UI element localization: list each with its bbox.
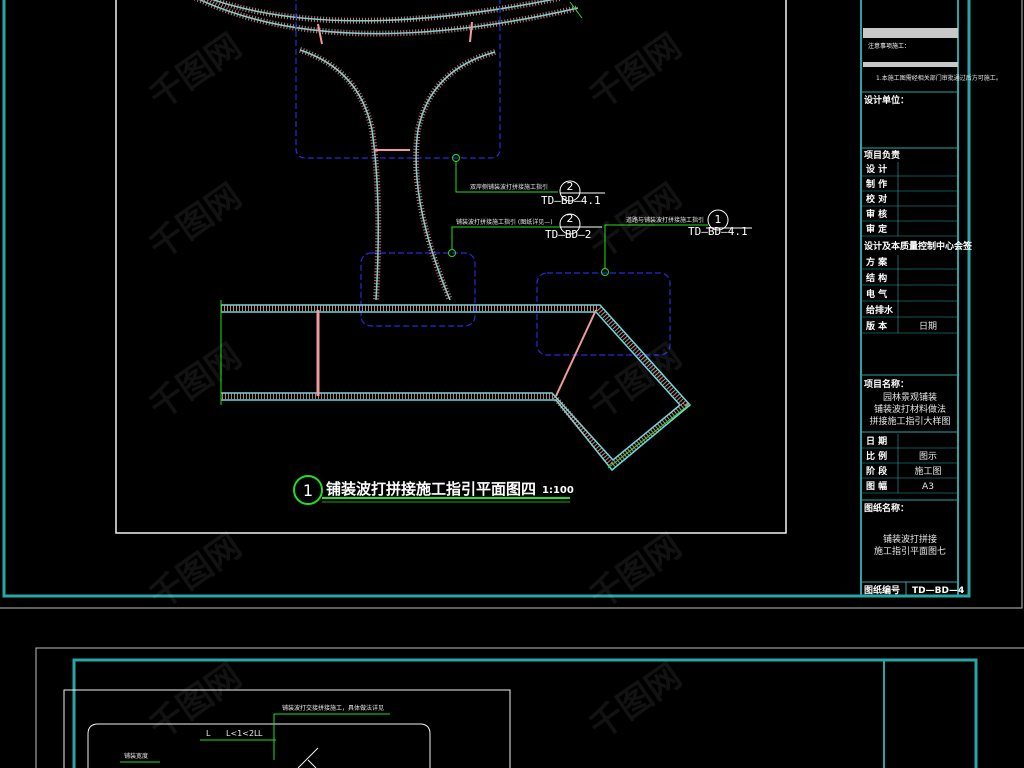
tb-row-label: 审 核	[866, 208, 887, 220]
dim-3: L	[258, 729, 263, 738]
lower-label-1: 铺装波打交接拼接施工，具体做法详见	[282, 704, 384, 712]
tb-drawing-no-label: 图纸编号	[864, 584, 900, 596]
tb-row-value: 施工图	[914, 465, 941, 477]
tb-drawing-name-2: 施工指引平面图七	[874, 545, 946, 557]
title-block: 注意事项施工： 1.本施工图需经相关部门审批通过后方可施工。 设计单位： 项目负…	[861, 28, 1002, 596]
lower-label-2: 铺装宽度	[124, 752, 148, 760]
cad-drawing-canvas: 双岸侧铺装波打拼接施工指引 2 TD—BD—4.1 铺装波打拼接施工指引 (图纸…	[0, 0, 1024, 768]
tb-drawing-name-1: 铺装波打拼接	[883, 533, 937, 545]
tb-row-label: 设 计	[866, 163, 887, 175]
callout-2-number: 2	[567, 212, 574, 225]
tb-row-label: 版 本	[865, 320, 888, 332]
callout-2-label: 铺装波打拼接施工指引 (图纸详见—)	[456, 218, 553, 226]
tb-rows-2: 方 案结 构电 气给排水版 本 日期	[861, 255, 958, 334]
watermark-text: 千图网	[142, 336, 248, 427]
tb-row-value: 图示	[919, 451, 937, 462]
tb-row-label: 制 作	[866, 178, 887, 190]
tb-project-owner: 项目负责	[864, 149, 900, 161]
watermark-text: 千图网	[582, 656, 688, 747]
dim-2: L<1<2L	[226, 729, 259, 738]
drawing-title: 铺装波打拼接施工指引平面图四	[326, 480, 536, 498]
title-number: 1	[303, 481, 313, 500]
tb-row-value: A3	[922, 482, 934, 492]
tb-row-value: 日期	[919, 321, 937, 332]
tb-row-label: 比 例	[866, 450, 887, 462]
watermark-text: 千图网	[582, 526, 688, 617]
callout-1-ref: TD—BD—4.1	[541, 194, 601, 207]
tb-rows-3: 日 期比 例 图示阶 段 施工图图 幅 A3	[861, 434, 958, 494]
dim-1: L	[206, 729, 211, 738]
tb-project-name-label: 项目名称：	[864, 378, 909, 390]
tb-drawing-no: TD—BD—4	[912, 586, 964, 596]
tb-design-note: 设计单位：	[864, 94, 909, 106]
watermark-text: 千图网	[142, 26, 248, 117]
tb-row-label: 图 幅	[866, 480, 887, 492]
tb-row-label: 方 案	[866, 256, 888, 268]
drawing-scale: 1:100	[542, 485, 574, 496]
callout-3-ref: TD—BD—4.1	[688, 225, 748, 238]
watermark-text: 千图网	[142, 176, 248, 267]
callout-2: 铺装波打拼接施工指引 (图纸详见—) 2 TD—BD—2	[448, 212, 602, 257]
arc-paving	[193, 0, 583, 45]
tb-row-label: 结 构	[866, 272, 887, 284]
tb-project-name-1: 园林景观铺装	[883, 391, 937, 403]
tb-section-2: 设计及本质量控制中心会签	[864, 240, 973, 252]
watermark-text: 千图网	[142, 526, 248, 617]
drawing-title-group: 1 铺装波打拼接施工指引平面图四 1:100	[293, 475, 574, 505]
tb-project-name-3: 拼接施工指引大样图	[869, 415, 950, 427]
tb-project-name-2: 铺装波打材料做法	[874, 403, 946, 415]
tb-note-heading: 注意事项施工：	[868, 42, 910, 50]
tb-row-label: 电 气	[866, 288, 887, 300]
tb-row-label: 阶 段	[866, 465, 888, 477]
callout-1: 双岸侧铺装波打拼接施工指引 2 TD—BD—4.1	[452, 154, 605, 207]
watermark-text: 千图网	[582, 26, 688, 117]
callout-1-number: 2	[567, 180, 574, 193]
tb-note-line: 1.本施工图需经相关部门审批通过后方可施工。	[876, 74, 1002, 82]
tb-rows-1: 设 计制 作校 对审 核审 定	[861, 162, 958, 237]
tb-row-label: 审 定	[866, 223, 888, 235]
tb-row-label: 日 期	[866, 435, 887, 447]
tb-row-label: 校 对	[866, 193, 887, 205]
stem-paving	[299, 47, 496, 302]
callout-1-label: 双岸侧铺装波打拼接施工指引	[470, 183, 548, 191]
tb-drawing-name-label: 图纸名称：	[864, 502, 909, 514]
dashed-zones	[295, 0, 671, 356]
tb-row-label: 给排水	[866, 304, 894, 316]
